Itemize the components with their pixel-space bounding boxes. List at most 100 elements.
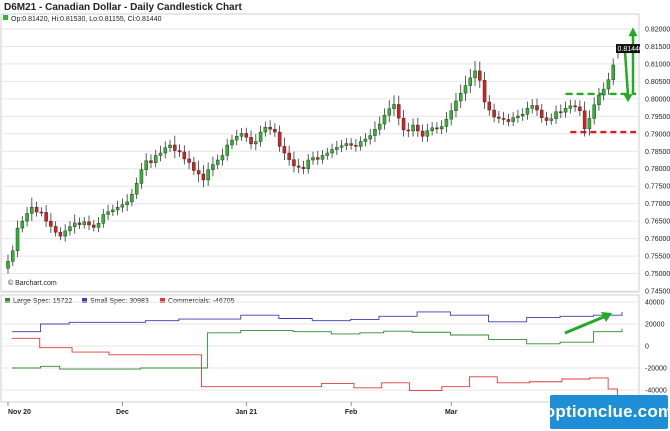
candle-down	[406, 129, 411, 132]
candle-down	[316, 157, 320, 160]
candle-up	[530, 105, 534, 109]
candle-up	[239, 133, 244, 137]
candle-up	[153, 155, 158, 163]
candle-down	[397, 104, 401, 119]
candle-up	[363, 138, 368, 142]
price-tick-label: 0.75000	[645, 271, 670, 278]
candle-up	[339, 145, 344, 148]
candle-up	[235, 136, 239, 141]
price-tick-label: 0.78500	[645, 149, 670, 156]
candle-up	[15, 227, 20, 252]
date-tick-label: Nov 20	[8, 409, 31, 416]
barchart-credit: © Barchart.com	[8, 279, 57, 287]
candle-down	[582, 110, 587, 130]
price-tick-label: 0.79500	[645, 114, 670, 121]
candle-up	[554, 111, 558, 119]
candle-up	[25, 213, 29, 222]
candle-up	[72, 222, 77, 227]
candle-up	[611, 64, 615, 80]
candle-down	[540, 109, 544, 118]
price-tick-label: 0.74500	[645, 289, 670, 296]
cot-series-lines	[12, 311, 623, 398]
cot-tick-label: 40000	[645, 300, 665, 307]
price-axis: 0.82000 0.81500 0.81000 0.80500 0.80000 0.795…	[645, 27, 670, 296]
candle-down	[187, 158, 191, 163]
cot-panel-frame	[0, 294, 640, 403]
candle-down	[77, 222, 82, 225]
candle-up	[373, 129, 377, 136]
candle-down	[544, 117, 549, 121]
candle-up	[330, 149, 334, 154]
brand-text: optionclue.com	[544, 402, 670, 421]
candle-down	[478, 70, 482, 81]
candle-up	[392, 104, 396, 109]
candle-down	[487, 101, 492, 111]
candle-up	[115, 206, 120, 211]
candle-down	[277, 131, 282, 147]
candle-up	[463, 85, 468, 94]
ohlc-legend: Op:0.81420, Hi:0.81530, Lo:0.81155, Cl:0…	[11, 16, 162, 23]
candle-up	[458, 93, 463, 102]
candle-down	[149, 160, 153, 163]
candle-down	[492, 109, 496, 118]
price-tick-label: 0.81500	[645, 44, 670, 51]
date-tick-label: Jan 21	[235, 409, 257, 416]
candle-up	[101, 214, 106, 224]
candle-up	[601, 88, 606, 96]
cot-trend-arrow	[564, 312, 612, 335]
candle-up	[144, 160, 148, 170]
candle-down	[501, 118, 506, 120]
price-tick-label: 0.78000	[645, 166, 670, 173]
candle-up	[358, 141, 363, 147]
date-axis: Nov 20DecJan 21FebMarApr	[7, 402, 562, 416]
candle-down	[435, 127, 439, 130]
cot-tick-label: -40000	[645, 388, 667, 395]
candle-down	[559, 111, 563, 113]
candle-up	[254, 141, 258, 145]
cot-tick-label: 20000	[645, 322, 665, 329]
cot-grid	[2, 301, 638, 391]
cot-axis: 40000 20000 0 -20000 -40000	[645, 300, 667, 395]
candle-up	[425, 130, 430, 137]
candle-up	[449, 110, 453, 120]
candle-up	[158, 152, 163, 156]
candle-down	[401, 117, 406, 131]
ohlc-legend-swatch	[3, 15, 8, 20]
candle-down	[177, 150, 182, 153]
candle-up	[230, 139, 234, 146]
candle-up	[344, 143, 349, 146]
candle-up	[211, 164, 215, 170]
candle-up	[468, 77, 473, 86]
candle-up	[163, 147, 168, 154]
candle-up	[30, 206, 34, 214]
candle-down	[92, 224, 96, 228]
candle-down	[296, 165, 301, 168]
candle-up	[320, 155, 325, 160]
candle-up	[258, 131, 263, 142]
price-tick-label: 0.76500	[645, 219, 670, 226]
price-tick-label: 0.77000	[645, 201, 670, 208]
candle-up	[111, 209, 115, 212]
candle-down	[44, 212, 48, 222]
candle-up	[368, 135, 372, 140]
candle-down	[39, 211, 44, 214]
arrow-down-head	[623, 94, 633, 103]
candle-up	[215, 159, 220, 165]
candle-up	[587, 118, 592, 130]
candle-up	[444, 118, 449, 127]
cad-futures-chart: D6M21 - Canadian Dollar - Daily Candlest…	[0, 2, 670, 416]
candle-up	[20, 220, 25, 229]
candle-up	[563, 108, 568, 113]
candle-down	[196, 170, 201, 175]
arrow-down-shaft	[623, 51, 630, 96]
candle-up	[134, 183, 139, 195]
candle-down	[268, 126, 272, 130]
candle-up	[68, 226, 72, 232]
price-tick-label: 0.80500	[645, 79, 670, 86]
candle-up	[263, 126, 268, 133]
cot-tick-label: -20000	[645, 366, 667, 373]
candle-up	[511, 117, 515, 122]
candle-up	[606, 79, 611, 90]
annotation-arrows	[623, 27, 638, 103]
candle-down	[292, 159, 296, 167]
